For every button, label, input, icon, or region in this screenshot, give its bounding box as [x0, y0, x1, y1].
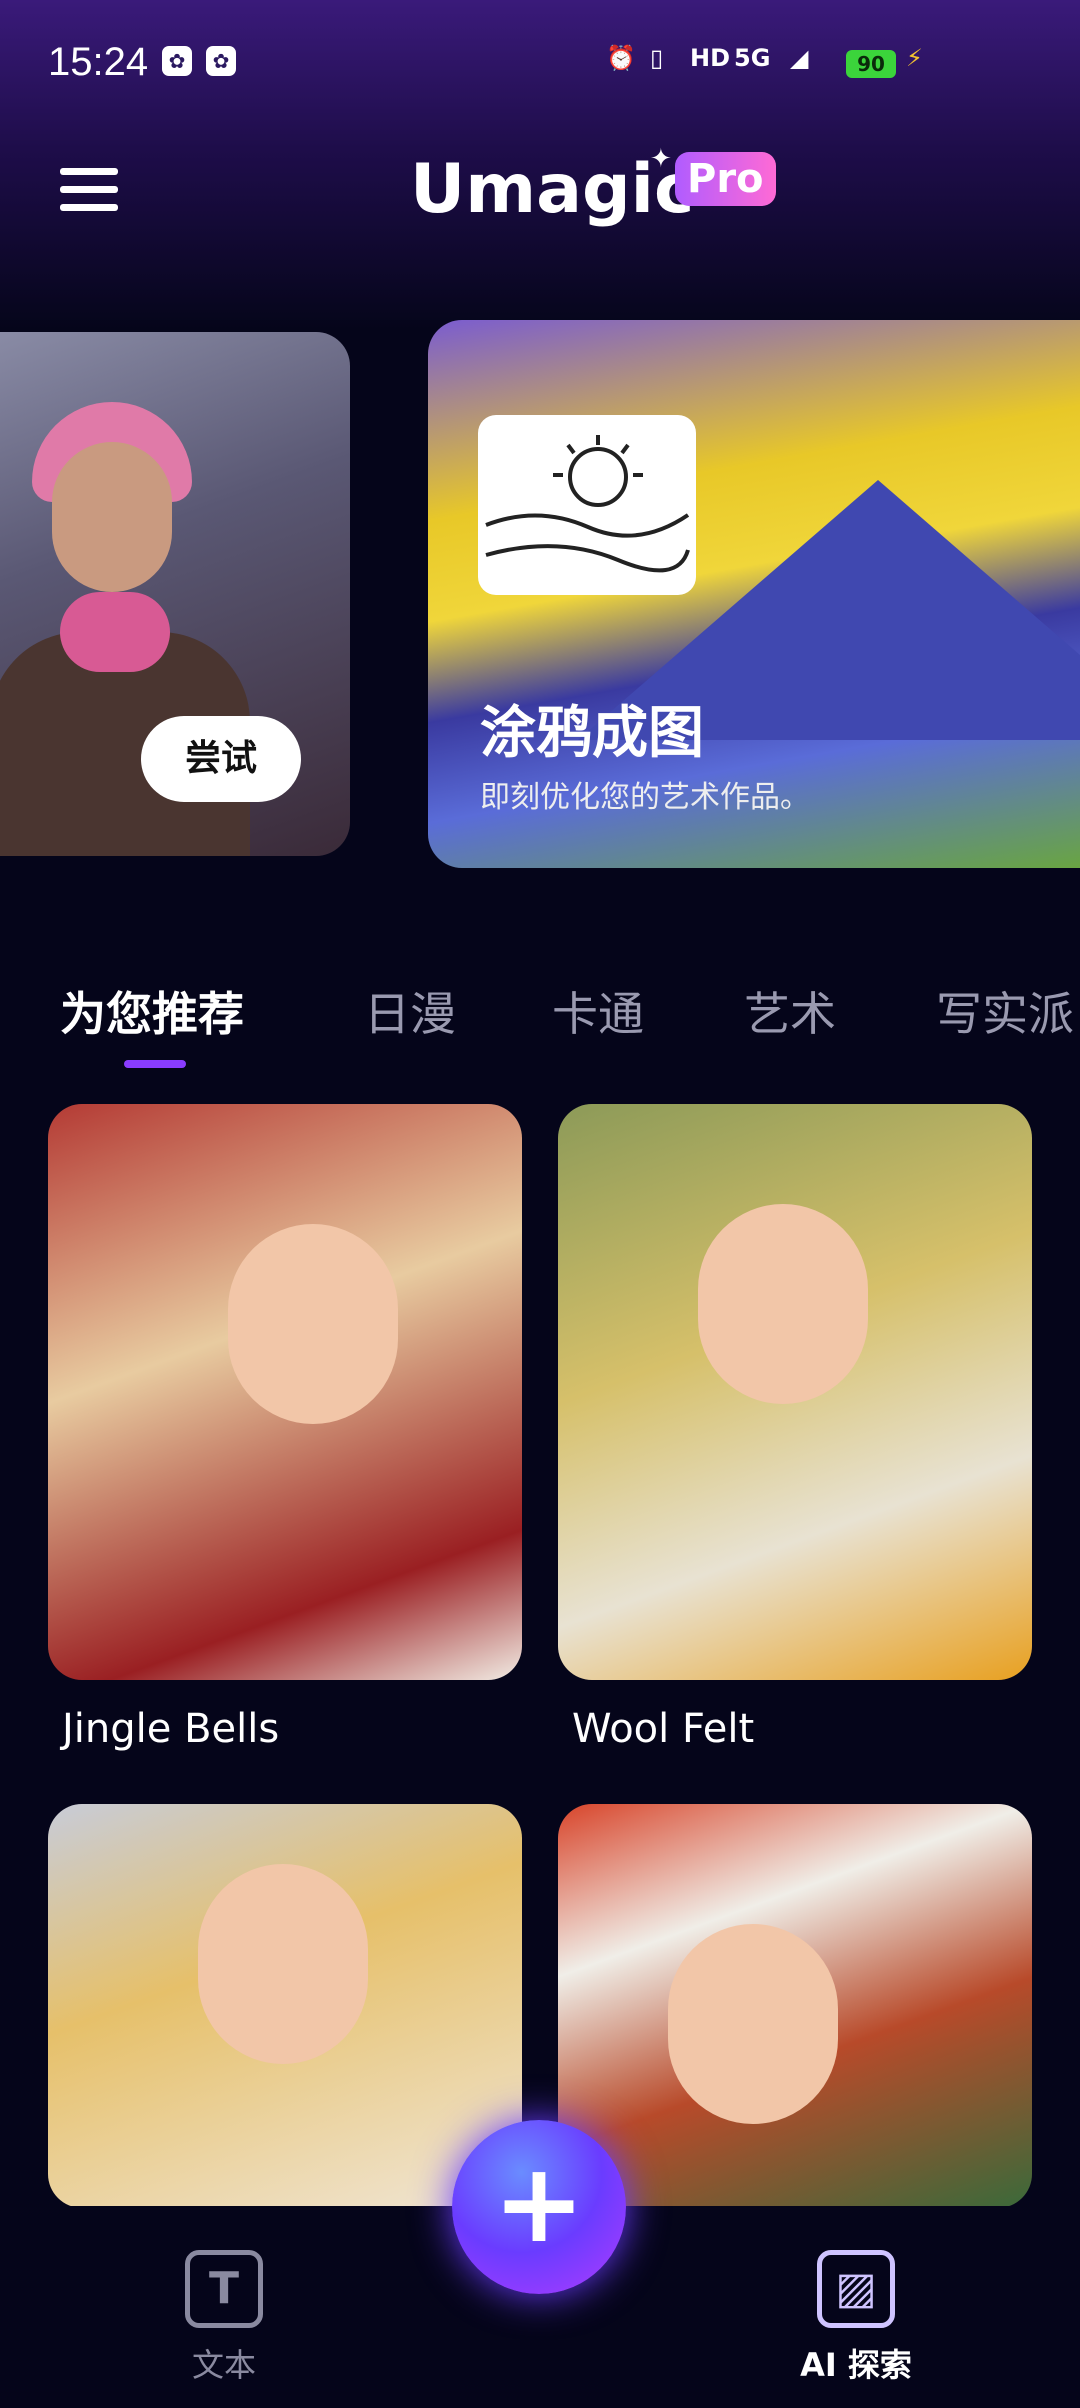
banner-title: 涂鸦成图 — [480, 701, 704, 766]
status-time: 15:24 — [48, 40, 149, 84]
menu-icon[interactable] — [60, 168, 118, 220]
try-button[interactable]: 尝试 — [141, 716, 301, 802]
banner-subtitle: 即刻优化您的艺术作品。 — [480, 780, 810, 815]
card-face — [198, 1864, 368, 2064]
battery-icon: 90 — [846, 50, 896, 78]
tab-realistic[interactable]: 写实派 — [936, 978, 1074, 1044]
tab-indicator — [124, 1060, 186, 1068]
nav-text-label: 文本 — [191, 2346, 256, 2384]
status-bar: 15:24 ✿ ✿ ⏰ ▯ HD 5G ◢ 90 ⚡ — [0, 0, 1080, 130]
create-plus-button[interactable]: + — [452, 2120, 626, 2294]
hd-icon: HD — [690, 44, 731, 72]
tab-cartoon[interactable]: 卡通 — [552, 978, 644, 1044]
sparkle-icon: ✦ — [650, 144, 672, 174]
card-face — [668, 1924, 838, 2124]
pro-badge[interactable]: Pro — [675, 152, 776, 206]
card-face — [698, 1204, 868, 1404]
category-tabs: 为您推荐 日漫 卡通 艺术 写实派 — [0, 978, 1080, 1068]
alarm-icon: ⏰ — [606, 44, 636, 72]
image-explore-icon: ▨ — [817, 2250, 895, 2328]
nav-text[interactable]: T 文本 — [144, 2250, 304, 2386]
banner-winter-portrait[interactable]: 尝试 — [0, 332, 350, 856]
card-caption: Jingle Bells — [62, 1706, 280, 1752]
tab-anime[interactable]: 日漫 — [364, 978, 456, 1044]
banner-doodle-to-image[interactable]: 涂鸦成图 即刻优化您的艺术作品。 — [428, 320, 1080, 868]
nav-explore-label: AI 探索 — [800, 2346, 912, 2384]
app-header: Umagic ✦ Pro — [0, 130, 1080, 260]
charging-icon: ⚡ — [906, 44, 923, 72]
style-card-jingle-bells[interactable] — [48, 1104, 522, 1680]
nav-ai-explore[interactable]: ▨ AI 探索 — [776, 2250, 936, 2386]
style-card-wool-felt[interactable] — [558, 1104, 1032, 1680]
wifi-icon: ◢ — [790, 44, 809, 72]
tab-art[interactable]: 艺术 — [744, 978, 836, 1044]
sketch-thumbnail — [478, 415, 696, 595]
portrait-scarf — [60, 592, 170, 672]
app-notification-icon: ✿ — [162, 46, 192, 76]
text-icon: T — [185, 2250, 263, 2328]
network-5g-icon: 5G — [734, 44, 771, 72]
tab-recommended[interactable]: 为您推荐 — [60, 978, 244, 1044]
style-card-4[interactable] — [558, 1804, 1032, 2208]
vibrate-icon: ▯ — [650, 44, 664, 72]
portrait-face — [52, 442, 172, 592]
card-face — [228, 1224, 398, 1424]
card-caption: Wool Felt — [572, 1706, 755, 1752]
app-notification-icon-2: ✿ — [206, 46, 236, 76]
style-card-3[interactable] — [48, 1804, 522, 2208]
